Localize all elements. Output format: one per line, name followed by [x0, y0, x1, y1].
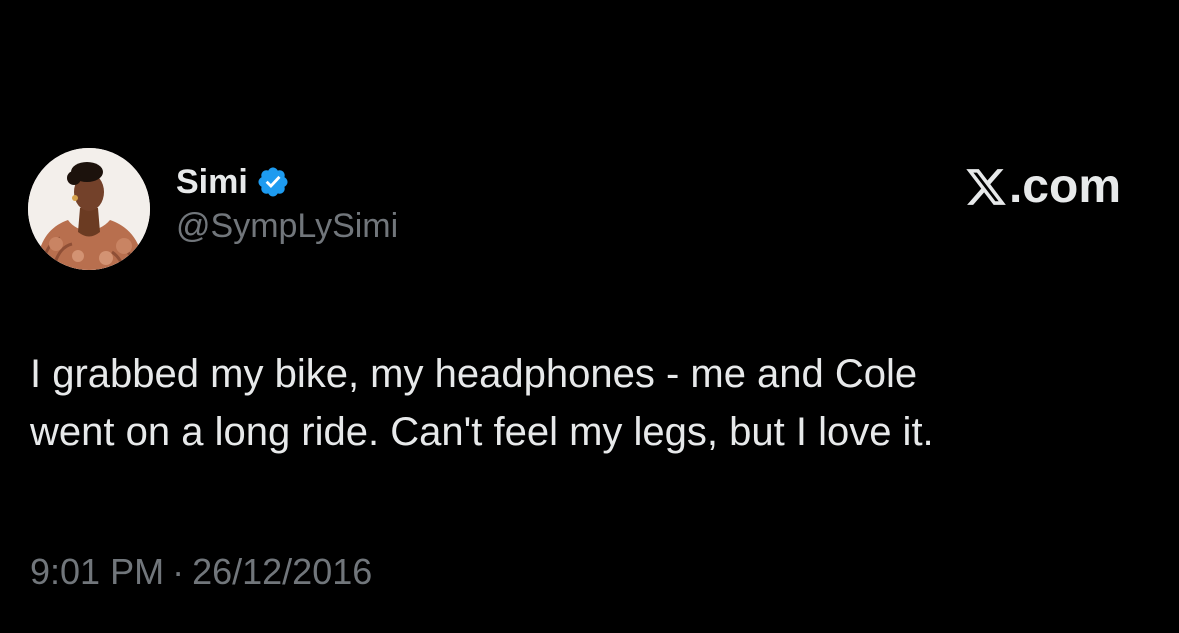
handle[interactable]: @SympLySimi — [176, 206, 398, 246]
profile-photo-icon — [28, 148, 150, 270]
avatar[interactable] — [28, 148, 150, 270]
tweet-text-line: went on a long ride. Can't feel my legs,… — [30, 410, 934, 454]
author-block: Simi @SympLySimi — [176, 160, 398, 246]
verified-badge-icon — [256, 165, 290, 199]
x-logo-icon — [964, 165, 1008, 209]
tweet-card: Simi @SympLySimi .com I grabbed my bike,… — [0, 0, 1179, 633]
display-name[interactable]: Simi — [176, 160, 248, 204]
tweet-date[interactable]: 26/12/2016 — [192, 551, 372, 592]
name-row: Simi — [176, 160, 398, 204]
tweet-text-line: I grabbed my bike, my headphones - me an… — [30, 352, 918, 396]
meta-separator: · — [172, 551, 185, 592]
site-logo: .com — [964, 160, 1121, 214]
tweet-time[interactable]: 9:01 PM — [30, 551, 164, 592]
tweet-text: I grabbed my bike, my headphones - me an… — [30, 345, 1130, 461]
tweet-meta: 9:01 PM · 26/12/2016 — [30, 549, 372, 595]
site-domain-text: .com — [1008, 160, 1121, 213]
